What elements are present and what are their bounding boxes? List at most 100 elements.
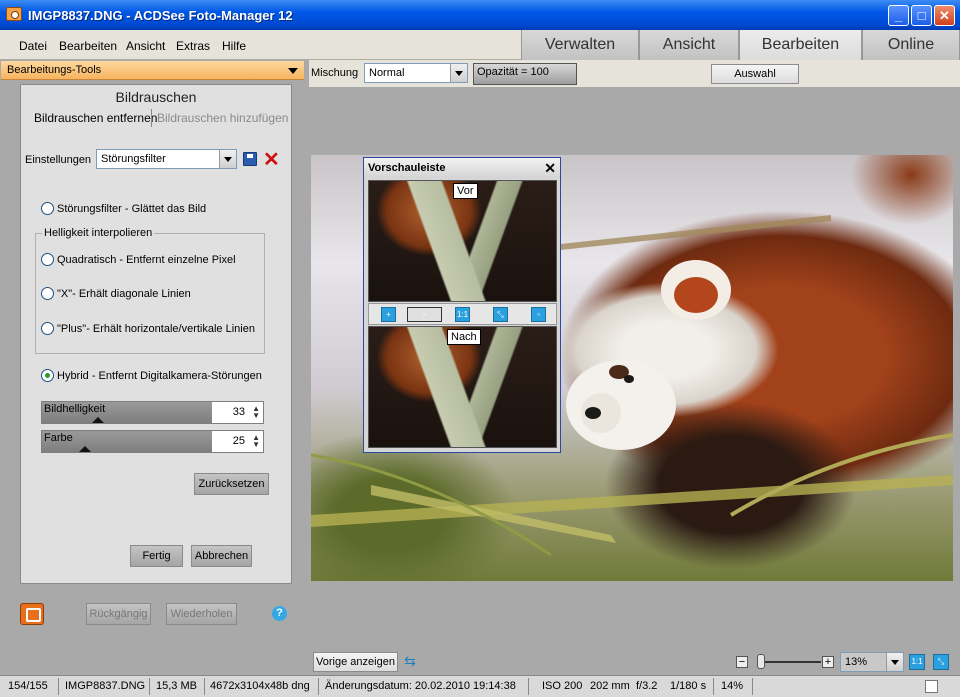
navigate-icon[interactable]: ▫ — [531, 307, 546, 322]
window-title: IMGP8837.DNG - ACDSee Foto-Manager 12 — [28, 8, 293, 23]
tab-add-noise[interactable]: Bildrauschen hinzufügen — [157, 111, 288, 125]
photo-icon[interactable] — [20, 603, 44, 625]
save-icon[interactable] — [243, 152, 257, 166]
fit-icon[interactable]: ⤡ — [493, 307, 508, 322]
menu-datei[interactable]: Datei — [19, 39, 47, 53]
help-icon[interactable]: ? — [272, 606, 287, 621]
status-dimensions: 4672x3104x48b dng — [210, 680, 310, 692]
make-selection-button[interactable]: Auswahl erstellen — [711, 64, 799, 98]
status-divider — [318, 678, 319, 695]
preview-toolbar: + − 1:1 ⤡ ▫ — [368, 303, 557, 325]
menu-hilfe[interactable]: Hilfe — [222, 39, 246, 53]
tab-ansicht[interactable]: Ansicht — [639, 30, 739, 60]
bottom-toolbar: Vorige anzeigen ⇆ − + 13% 1:1 ⤡ — [309, 650, 960, 674]
radio-x-label: "X"- Erhält diagonale Linien — [57, 287, 191, 300]
opacity-slider[interactable]: Opazität = 100 — [473, 63, 577, 85]
tab-verwalten[interactable]: Verwalten — [521, 30, 639, 60]
radio-button[interactable] — [41, 322, 54, 335]
tab-bearbeiten[interactable]: Bearbeiten — [739, 30, 862, 60]
color-slider-track[interactable]: Farbe — [42, 431, 212, 452]
status-filename: IMGP8837.DNG — [65, 680, 146, 692]
app-icon[interactable] — [6, 7, 22, 21]
radio-button[interactable] — [41, 202, 54, 215]
delete-icon[interactable]: ✕ — [263, 150, 280, 170]
zoom-slider-track[interactable] — [765, 661, 821, 663]
panel-header[interactable]: Bearbeitungs-Tools — [1, 61, 304, 80]
spin-icon[interactable]: ▲ ▼ — [252, 434, 260, 449]
settings-select[interactable]: Störungsfilter — [96, 149, 237, 169]
chevron-down-icon[interactable] — [288, 68, 298, 74]
menu-extras[interactable]: Extras — [176, 39, 210, 53]
status-aperture: f/3.2 — [636, 680, 658, 692]
status-divider — [204, 678, 205, 695]
noise-tool-box: Bildrauschen Bildrauschen entfernen Bild… — [20, 84, 292, 584]
radio-button-selected[interactable] — [41, 369, 54, 382]
menu-ansicht[interactable]: Ansicht — [126, 39, 165, 53]
close-button[interactable]: ✕ — [934, 5, 955, 26]
one-to-one-icon[interactable]: 1:1 — [909, 654, 925, 670]
zoom-in-button[interactable]: + — [822, 656, 834, 668]
edit-tools-panel: Bearbeitungs-Tools Bildrauschen Bildraus… — [0, 60, 307, 674]
title-bar: IMGP8837.DNG - ACDSee Foto-Manager 12 _ … — [0, 0, 960, 30]
zoom-select-value: 13% — [845, 656, 868, 668]
show-previous-button[interactable]: Vorige anzeigen — [313, 652, 398, 672]
brightness-slider[interactable]: Bildhelligkeit 33 ▲ ▼ — [41, 401, 264, 424]
cancel-button[interactable]: Abbrechen — [191, 545, 252, 567]
redo-button[interactable]: Wiederholen — [166, 603, 237, 625]
fit-screen-icon[interactable]: ⤡ — [933, 654, 949, 670]
brightness-slider-label: Bildhelligkeit — [44, 403, 106, 415]
radio-button[interactable] — [41, 287, 54, 300]
radio-hybrid[interactable]: Hybrid - Entfernt Digitalkamera-Störunge… — [41, 369, 262, 382]
status-position: 154/155 — [8, 680, 48, 692]
edit-toolbar: Mischung Normal Auswahl erstellen — [309, 60, 960, 98]
minimize-button[interactable]: _ — [888, 5, 909, 26]
close-icon[interactable]: ✕ — [544, 160, 556, 177]
radio-plus[interactable]: "Plus"- Erhält horizontale/vertikale Lin… — [41, 322, 255, 335]
status-divider — [528, 678, 529, 695]
radio-button[interactable] — [41, 253, 54, 266]
radio-noise-filter[interactable]: Störungsfilter - Glättet das Bild — [41, 202, 206, 215]
reset-button[interactable]: Zurücksetzen — [194, 473, 269, 495]
color-value[interactable]: 25 — [233, 435, 245, 447]
radio-x[interactable]: "X"- Erhält diagonale Linien — [41, 287, 191, 300]
menu-bearbeiten[interactable]: Bearbeiten — [59, 39, 117, 53]
status-divider — [58, 678, 59, 695]
tab-separator — [151, 109, 152, 127]
slider-thumb[interactable] — [92, 417, 104, 423]
zoom-out-icon[interactable]: − — [407, 307, 442, 322]
zoom-slider-thumb[interactable] — [757, 654, 765, 669]
spin-icon[interactable]: ▲ ▼ — [252, 405, 260, 420]
status-focal-length: 202 mm — [590, 680, 630, 692]
preview-title-bar[interactable]: Vorschauleiste ✕ — [364, 158, 560, 178]
one-to-one-icon[interactable]: 1:1 — [455, 307, 470, 322]
settings-label: Einstellungen — [25, 154, 92, 166]
chevron-down-icon[interactable] — [886, 653, 903, 671]
tab-remove-noise[interactable]: Bildrauschen entfernen — [34, 111, 157, 125]
status-shutter: 1/180 s — [670, 680, 707, 692]
preview-before-image[interactable]: Vor — [368, 180, 557, 302]
status-filesize: 15,3 MB — [156, 680, 197, 692]
done-button[interactable]: Fertig — [130, 545, 183, 567]
chevron-down-icon[interactable] — [450, 64, 467, 82]
undo-button[interactable]: Rückgängig — [86, 603, 151, 625]
preview-window[interactable]: Vorschauleiste ✕ Vor + − 1:1 ⤡ ▫ Nach — [363, 157, 561, 453]
preview-after-image[interactable]: Nach — [368, 326, 557, 448]
status-divider — [713, 678, 714, 695]
zoom-out-button[interactable]: − — [736, 656, 748, 668]
tab-online[interactable]: Online — [862, 30, 960, 60]
status-checkbox[interactable] — [925, 680, 938, 693]
slider-thumb[interactable] — [79, 446, 91, 452]
blend-select[interactable]: Normal — [364, 63, 468, 83]
groupbox-label: Helligkeit interpolieren — [42, 227, 155, 239]
chevron-down-icon[interactable] — [219, 150, 236, 168]
brightness-value[interactable]: 33 — [233, 406, 245, 418]
color-slider[interactable]: Farbe 25 ▲ ▼ — [41, 430, 264, 453]
maximize-button[interactable]: □ — [911, 5, 932, 26]
zoom-select[interactable]: 13% — [840, 652, 904, 672]
brightness-slider-track[interactable]: Bildhelligkeit — [42, 402, 212, 423]
blend-label: Mischung — [311, 67, 359, 79]
status-zoom: 14% — [721, 680, 744, 692]
split-view-icon[interactable]: ⇆ — [402, 654, 418, 670]
zoom-in-icon[interactable]: + — [381, 307, 396, 322]
radio-quadratic[interactable]: Quadratisch - Entfernt einzelne Pixel — [41, 253, 236, 266]
